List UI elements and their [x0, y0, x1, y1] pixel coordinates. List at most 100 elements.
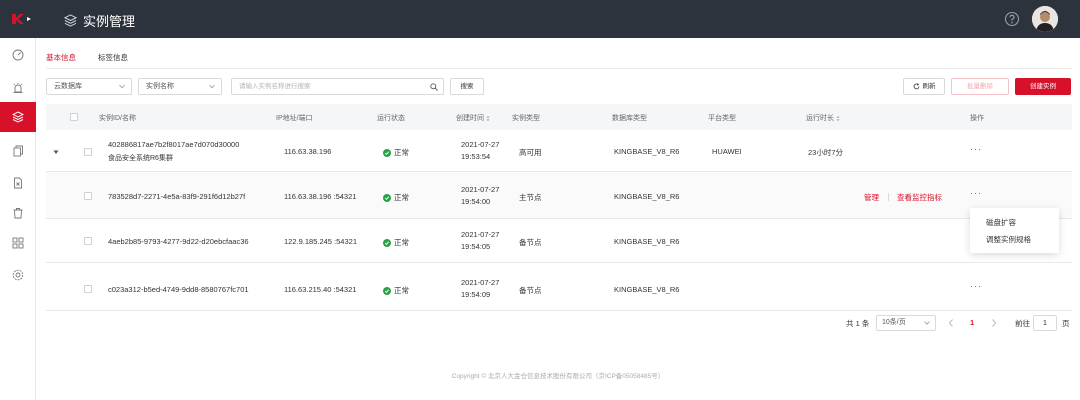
menu-item-resize-instance[interactable]: 调整实例规格 [986, 234, 1031, 245]
more-actions-button[interactable]: ··· [970, 188, 982, 198]
tab-divider [46, 68, 1072, 69]
header-instance-type: 实例类型 [512, 115, 540, 122]
ip-address: 122.9.185.245 :54321 [284, 237, 357, 246]
more-actions-menu: 磁盘扩容 调整实例规格 [970, 208, 1059, 253]
platform-type: HUAWEI [712, 147, 742, 156]
sidebar-item-trash[interactable] [0, 198, 36, 228]
ip-address: 116.63.215.40 :54321 [284, 285, 357, 294]
chevron-down-icon [119, 84, 125, 89]
sidebar-item-file[interactable] [0, 168, 36, 198]
copy-icon [13, 145, 23, 157]
help-circle-icon[interactable] [1004, 11, 1020, 27]
header-id-name: 实例ID/名称 [99, 115, 136, 122]
instance-id[interactable]: 402886817ae7b2f8017ae7d070d30000 [108, 140, 239, 149]
page-suffix-label: 页 [1062, 319, 1070, 328]
instance-type: 主节点 [519, 193, 542, 202]
uptime: 23小时7分 [808, 148, 844, 157]
page-title: 实例管理 [83, 14, 136, 29]
sidebar-item-instances[interactable] [0, 102, 36, 132]
search-input[interactable] [232, 79, 422, 94]
page-number-current[interactable]: 1 [970, 318, 974, 327]
goto-page-input[interactable]: 1 [1033, 315, 1057, 331]
pagination-total: 共 1 条 [846, 319, 870, 328]
refresh-icon [913, 83, 919, 90]
check-circle-icon [383, 193, 391, 202]
sidebar-item-settings[interactable] [0, 260, 36, 290]
row-checkbox[interactable] [84, 285, 92, 293]
view-monitoring-link[interactable]: 查看监控指标 [897, 192, 942, 203]
status-badge: 正常 [383, 237, 409, 248]
apps-grid-icon [12, 237, 24, 249]
caret-down-icon[interactable] [53, 149, 59, 155]
instance-id[interactable]: c023a312-b5ed-4749-9dd8-8580767fc701 [108, 285, 249, 294]
select-all-checkbox[interactable] [70, 113, 78, 121]
db-category-value: 云数据库 [54, 83, 82, 90]
kingbase-logo-icon[interactable] [10, 11, 34, 27]
sidebar-item-alarm[interactable] [0, 73, 36, 103]
more-actions-button[interactable]: ··· [970, 281, 982, 291]
table-row[interactable]: 402886817ae7b2f8017ae7d070d30000 食品安全系统R… [46, 130, 1072, 172]
header-uptime[interactable]: 运行时长 [806, 113, 840, 123]
prev-page-icon[interactable] [947, 318, 955, 328]
row-checkbox[interactable] [84, 192, 92, 200]
db-category-select[interactable]: 云数据库 [46, 78, 132, 95]
header-status: 运行状态 [377, 115, 405, 122]
sidebar-item-copy[interactable] [0, 136, 36, 166]
chevron-down-icon [209, 84, 215, 89]
tab-basic-info[interactable]: 基本信息 [46, 52, 76, 69]
file-icon [14, 177, 22, 189]
status-badge: 正常 [383, 192, 409, 203]
search-field-select[interactable]: 实例名称 [138, 78, 222, 95]
ip-address: 116.63.38.196 :54321 [284, 192, 357, 201]
table-row[interactable]: c023a312-b5ed-4749-9dd8-8580767fc701 116… [46, 267, 1072, 311]
trash-icon [13, 208, 23, 219]
db-type: KINGBASE_V8_R6 [614, 147, 680, 156]
main-content: 基本信息 标签信息 云数据库 实例名称 搜索 刷新 批量删除 创建实例 实例ID… [36, 38, 1080, 400]
search-button[interactable]: 搜索 [450, 78, 484, 95]
table-header: 实例ID/名称 IP地址/端口 运行状态 创建时间 实例类型 数据库类型 平台类… [46, 104, 1072, 130]
instance-id[interactable]: 783528d7-2271-4e5a-83f9-291f6d12b27f [108, 192, 245, 201]
sidebar-item-dashboard[interactable] [0, 40, 36, 70]
top-bar: 实例管理 [0, 0, 1080, 38]
tab-tag-info[interactable]: 标签信息 [98, 52, 128, 69]
menu-item-disk-expand[interactable]: 磁盘扩容 [986, 217, 1016, 228]
next-page-icon[interactable] [990, 318, 998, 328]
page-size-value: 10条/页 [882, 319, 906, 326]
more-actions-button[interactable]: ··· [970, 144, 982, 154]
check-circle-icon [383, 238, 391, 247]
instance-id[interactable]: 4aeb2b85-9793-4277-9d22-d20ebcfaac36 [108, 237, 249, 246]
batch-delete-button[interactable]: 批量删除 [951, 78, 1009, 95]
layers-icon [12, 111, 24, 123]
create-instance-button[interactable]: 创建实例 [1015, 78, 1071, 95]
status-badge: 正常 [383, 147, 409, 158]
header-platform: 平台类型 [708, 115, 736, 122]
chevron-down-icon [924, 321, 930, 325]
dashboard-icon [12, 49, 24, 61]
instance-type: 备节点 [519, 238, 542, 247]
page-size-select[interactable]: 10条/页 [876, 315, 936, 331]
search-icon[interactable] [430, 83, 438, 91]
db-type: KINGBASE_V8_R6 [614, 285, 680, 294]
refresh-button[interactable]: 刷新 [903, 78, 945, 95]
goto-label: 前往 [1015, 319, 1030, 328]
row-checkbox[interactable] [84, 237, 92, 245]
created-time: 2021-07-27 19:53:54 [461, 140, 500, 161]
table-row[interactable]: 783528d7-2271-4e5a-83f9-291f6d12b27f 116… [46, 172, 1072, 219]
db-type: KINGBASE_V8_R6 [614, 237, 680, 246]
row-checkbox[interactable] [84, 148, 92, 156]
avatar[interactable] [1032, 6, 1058, 32]
user-avatar-icon [1032, 6, 1058, 32]
header-ip: IP地址/端口 [276, 115, 313, 122]
instance-type: 高可用 [519, 148, 542, 157]
manage-link[interactable]: 管理 [864, 192, 879, 203]
table-row[interactable]: 4aeb2b85-9793-4277-9d22-d20ebcfaac36 122… [46, 219, 1072, 263]
header-created[interactable]: 创建时间 [456, 113, 490, 123]
header-actions: 操作 [970, 115, 984, 122]
tab-bar: 基本信息 标签信息 [46, 52, 128, 69]
refresh-label: 刷新 [922, 83, 936, 90]
check-circle-icon [383, 148, 391, 157]
sidebar-item-apps[interactable] [0, 228, 36, 258]
status-badge: 正常 [383, 285, 409, 296]
link-separator [888, 193, 889, 201]
sort-icon [486, 115, 490, 121]
